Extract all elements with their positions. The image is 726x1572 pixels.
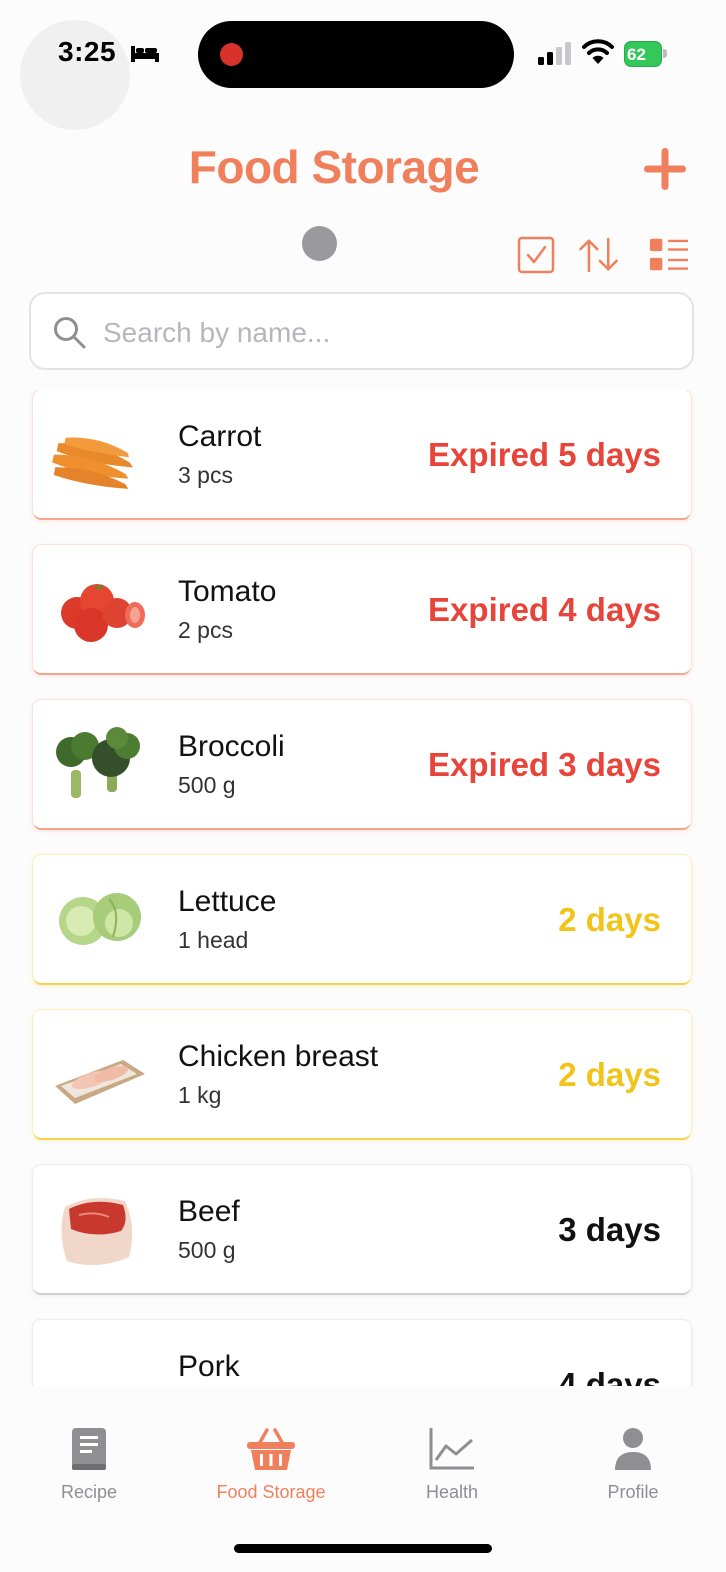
item-quantity: 3 pcs [178,462,233,488]
select-checkbox-button[interactable] [516,234,558,276]
battery-level: 62 [627,45,646,64]
search-icon [54,317,86,349]
expiry-status: Expired 3 days [428,746,661,783]
expiry-status: Expired 4 days [428,591,661,628]
recording-indicator-icon [220,43,243,66]
food-list[interactable]: Carrot 3 pcs Expired 5 days Tomato 2 pcs… [0,390,726,1386]
tomato-image [61,584,145,642]
search-input[interactable] [101,302,665,364]
expiry-status: 2 days [558,901,661,938]
item-name: Carrot [178,420,262,453]
item-name: Beef [178,1195,240,1228]
item-quantity: 500 g [178,772,236,798]
dynamic-island [198,21,514,88]
item-name: Lettuce [178,885,277,918]
item-quantity: 500 g [178,1237,236,1263]
food-item-pork[interactable]: Pork 4 days [33,1320,691,1386]
item-quantity: 2 pcs [178,617,233,643]
book-icon [72,1428,106,1470]
expiry-status: Expired 5 days [428,436,661,473]
lettuce-image [59,893,141,945]
tab-label: Food Storage [216,1482,326,1502]
chart-icon [429,1428,474,1470]
search-bar[interactable] [29,292,694,370]
chicken-breast-image [55,1060,145,1104]
page-title: Food Storage [188,141,480,193]
sort-button[interactable] [578,234,620,276]
expiry-status: 2 days [558,1056,661,1093]
item-name: Pork [178,1350,240,1383]
item-name: Chicken breast [178,1040,379,1073]
battery-icon: 62 [624,41,668,67]
tab-label: Recipe [60,1482,118,1502]
food-item-beef[interactable]: Beef 500 g 3 days [33,1165,691,1293]
status-bar: 3:25 62 [0,0,726,130]
status-time: 3:25 [58,36,117,67]
cellular-signal-icon [538,42,571,65]
basket-icon [247,1428,295,1470]
home-indicator [234,1544,492,1553]
wifi-icon [582,39,614,64]
broccoli-image [56,727,140,798]
item-name: Broccoli [178,730,285,763]
food-item-lettuce[interactable]: Lettuce 1 head 2 days [33,855,691,983]
tab-food-storage[interactable]: Food Storage [201,1426,341,1506]
expiry-status: 4 days [558,1366,661,1386]
tab-health[interactable]: Health [382,1426,522,1506]
pork-image [51,1342,147,1386]
food-item-chicken-breast[interactable]: Chicken breast 1 kg 2 days [33,1010,691,1138]
add-item-button[interactable] [642,146,688,192]
drag-handle-dot[interactable] [302,226,337,261]
list-view-button[interactable] [648,234,690,276]
tab-recipe[interactable]: Recipe [19,1426,159,1506]
beef-image [61,1198,133,1266]
item-quantity: 1 kg [178,1082,222,1108]
tab-label: Profile [607,1482,659,1502]
item-name: Tomato [178,575,277,608]
tab-profile[interactable]: Profile [563,1426,703,1506]
bed-icon [131,46,159,62]
person-icon [615,1428,651,1470]
tab-label: Health [425,1482,479,1502]
expiry-status: 3 days [558,1211,661,1248]
carrot-image [52,437,133,489]
food-item-broccoli[interactable]: Broccoli 500 g Expired 3 days [33,700,691,828]
food-item-carrot[interactable]: Carrot 3 pcs Expired 5 days [33,390,691,518]
item-quantity: 1 head [178,927,249,953]
food-item-tomato[interactable]: Tomato 2 pcs Expired 4 days [33,545,691,673]
